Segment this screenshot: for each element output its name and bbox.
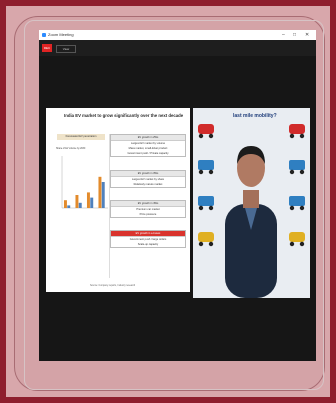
recording-badge[interactable]: REC	[42, 44, 52, 52]
slide-left-panel: Forecasted EV penetration Share of EV vo…	[54, 134, 110, 278]
box-4w-line: Price pressure	[139, 213, 157, 216]
chart-bar	[63, 200, 67, 208]
cargo-vehicle-icon	[289, 160, 305, 175]
box-2w: EV growth in 2Ws Largest EV market by vo…	[110, 134, 186, 157]
slide-title: India EV market to grow significantly ov…	[64, 113, 184, 118]
auto-rickshaw-icon	[289, 124, 305, 139]
auto-rickshaw-icon	[198, 124, 214, 139]
chart-bar	[67, 205, 71, 208]
chart-bar	[75, 195, 79, 208]
box-ebus-line: Scale-up capacity	[137, 243, 159, 246]
minimize-button[interactable]: –	[282, 30, 285, 40]
speaker-silhouette	[225, 146, 277, 298]
window-title: Zoom Meeting	[48, 32, 74, 37]
cargo-vehicle-icon	[198, 160, 214, 175]
meeting-toolbar: REC View	[39, 40, 316, 56]
decorative-frame: Zoom Meeting – □ ✕ REC View India EV mar…	[0, 0, 336, 403]
zoom-app-icon	[42, 33, 46, 37]
title-bar: Zoom Meeting – □ ✕	[39, 30, 316, 40]
speaker-video[interactable]: last mile mobility?	[193, 108, 310, 298]
video-overlay-title: last mile mobility?	[233, 113, 277, 119]
box-4w: EV growth in 4Ws Premium car market Pric…	[110, 200, 186, 218]
chart-bar	[90, 197, 94, 208]
box-2w-line: Government push / Private capacity	[127, 152, 169, 155]
auto-rickshaw-icon	[289, 232, 305, 247]
chart-bar	[78, 202, 82, 208]
slide-source: Source: Company reports, Industry resear…	[90, 285, 136, 287]
auto-rickshaw-icon	[198, 232, 214, 247]
shared-slide: India EV market to grow significantly ov…	[46, 108, 190, 292]
cargo-vehicle-icon	[198, 196, 214, 211]
chart-title: Share of EV volume by 2030	[56, 148, 86, 150]
zoom-window: Zoom Meeting – □ ✕ REC View India EV mar…	[39, 30, 316, 361]
box-ebus: EV growth in e-buses Government push / l…	[110, 230, 186, 248]
cargo-vehicle-icon	[289, 196, 305, 211]
box-3w: EV growth in 3Ws Largest EV market by sh…	[110, 170, 186, 188]
box-3w-line: Relatively mature market	[133, 183, 163, 186]
ev-bar-chart	[61, 156, 108, 209]
view-button[interactable]: View	[56, 45, 76, 53]
chart-bar	[86, 192, 90, 208]
forecast-label: Forecasted EV penetration	[57, 134, 105, 140]
maximize-button[interactable]: □	[293, 30, 296, 40]
chart-bar	[101, 182, 105, 208]
close-button[interactable]: ✕	[305, 30, 309, 40]
chart-bar	[98, 176, 102, 208]
